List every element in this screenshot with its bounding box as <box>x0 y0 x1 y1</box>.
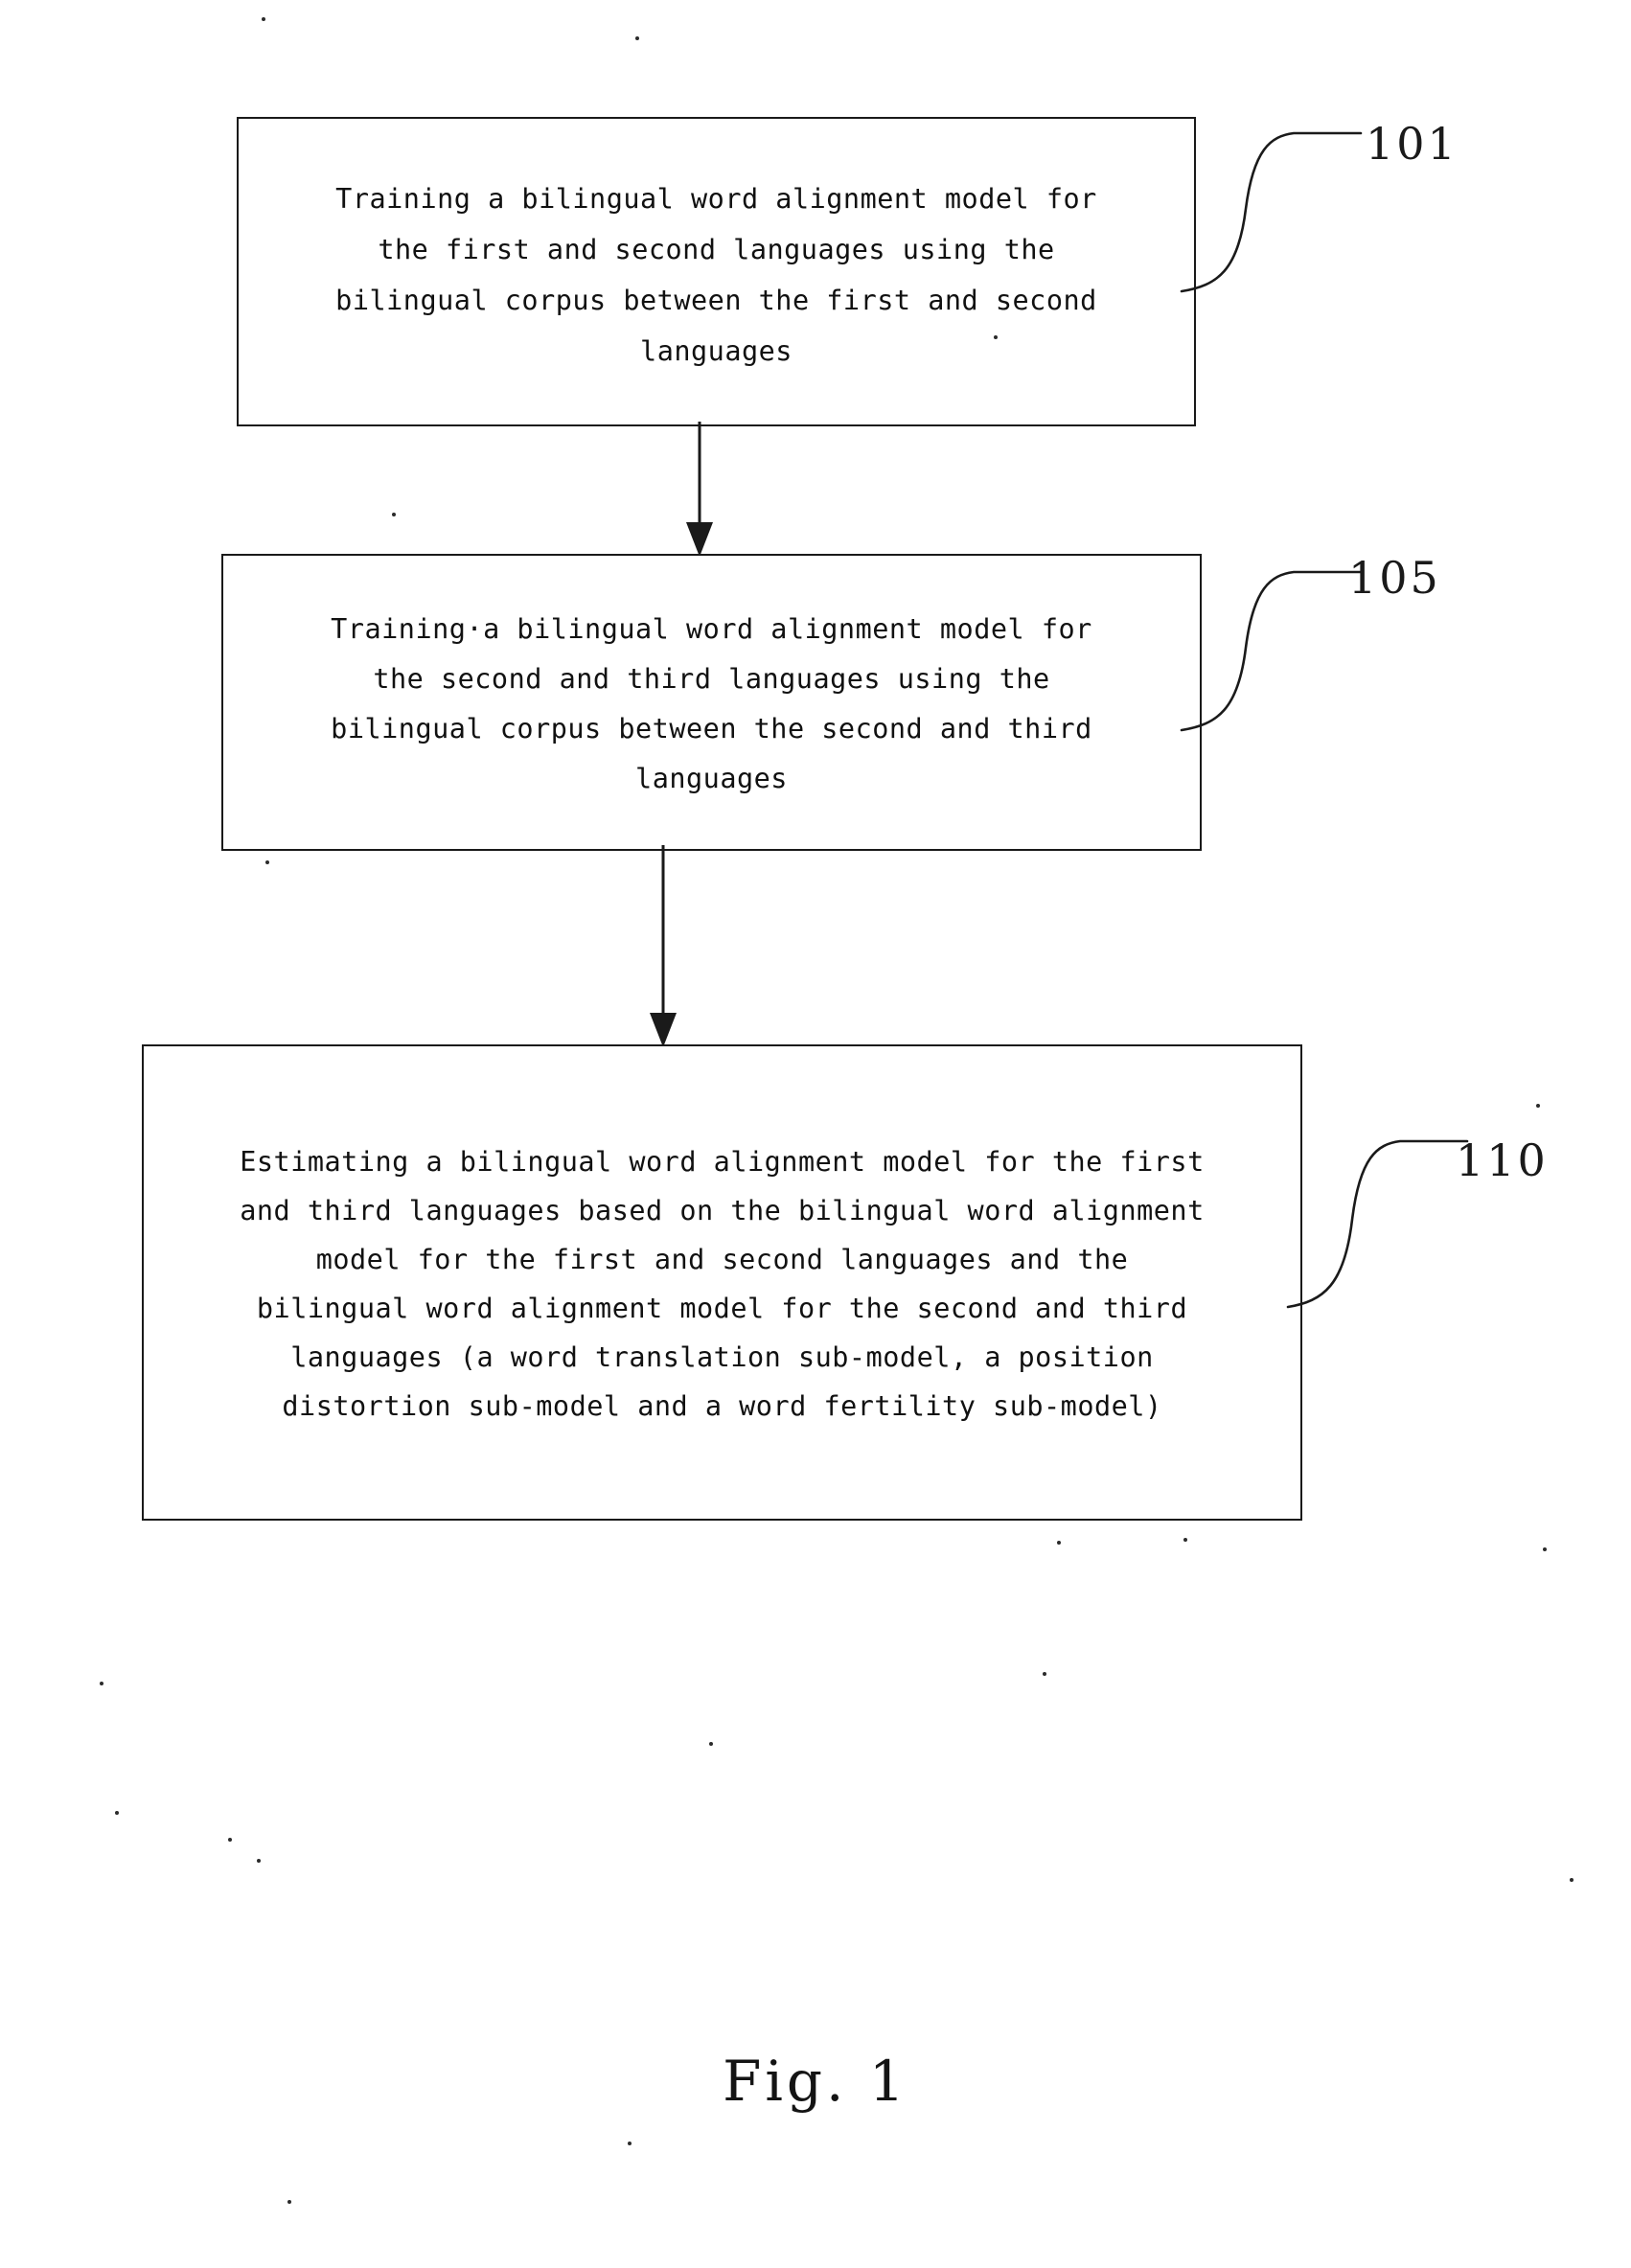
scan-speckle <box>994 335 998 339</box>
leader-line-110 <box>1286 1139 1469 1309</box>
scan-speckle <box>1057 1541 1061 1545</box>
scan-speckle <box>1043 1672 1046 1676</box>
scan-speckle <box>257 1859 261 1863</box>
patent-figure-canvas: Training a bilingual word alignment mode… <box>0 0 1631 2268</box>
process-box-105: Training·a bilingual word alignment mode… <box>221 554 1202 851</box>
scan-speckle <box>262 17 265 21</box>
scan-speckle <box>1543 1547 1547 1551</box>
leader-line-105 <box>1180 570 1363 732</box>
reference-numeral-101: 101 <box>1366 118 1459 170</box>
reference-numeral-110: 110 <box>1456 1134 1549 1186</box>
process-box-101: Training a bilingual word alignment mode… <box>237 117 1196 426</box>
reference-numeral-105: 105 <box>1348 552 1441 604</box>
process-box-105-text: Training·a bilingual word alignment mode… <box>331 613 1092 794</box>
scan-speckle <box>265 860 269 864</box>
scan-speckle <box>1183 1538 1187 1542</box>
scan-speckle <box>392 513 396 516</box>
scan-speckle <box>287 2200 291 2204</box>
figure-caption: Fig. 1 <box>723 2049 908 2114</box>
connector-arrow-101-to-105 <box>686 422 713 557</box>
scan-speckle <box>1570 1878 1574 1882</box>
process-box-110: Estimating a bilingual word alignment mo… <box>142 1044 1302 1521</box>
scan-speckle <box>100 1682 103 1685</box>
scan-speckle <box>635 36 639 40</box>
scan-speckle <box>115 1811 119 1815</box>
connector-arrow-105-to-110 <box>650 845 677 1047</box>
scan-speckle <box>1536 1104 1540 1108</box>
scan-speckle <box>228 1838 232 1842</box>
scan-speckle <box>628 2142 632 2145</box>
scan-speckle <box>709 1742 713 1746</box>
process-box-101-text: Training a bilingual word alignment mode… <box>335 182 1097 367</box>
process-box-110-text: Estimating a bilingual word alignment mo… <box>240 1145 1205 1422</box>
leader-line-101 <box>1180 131 1363 293</box>
